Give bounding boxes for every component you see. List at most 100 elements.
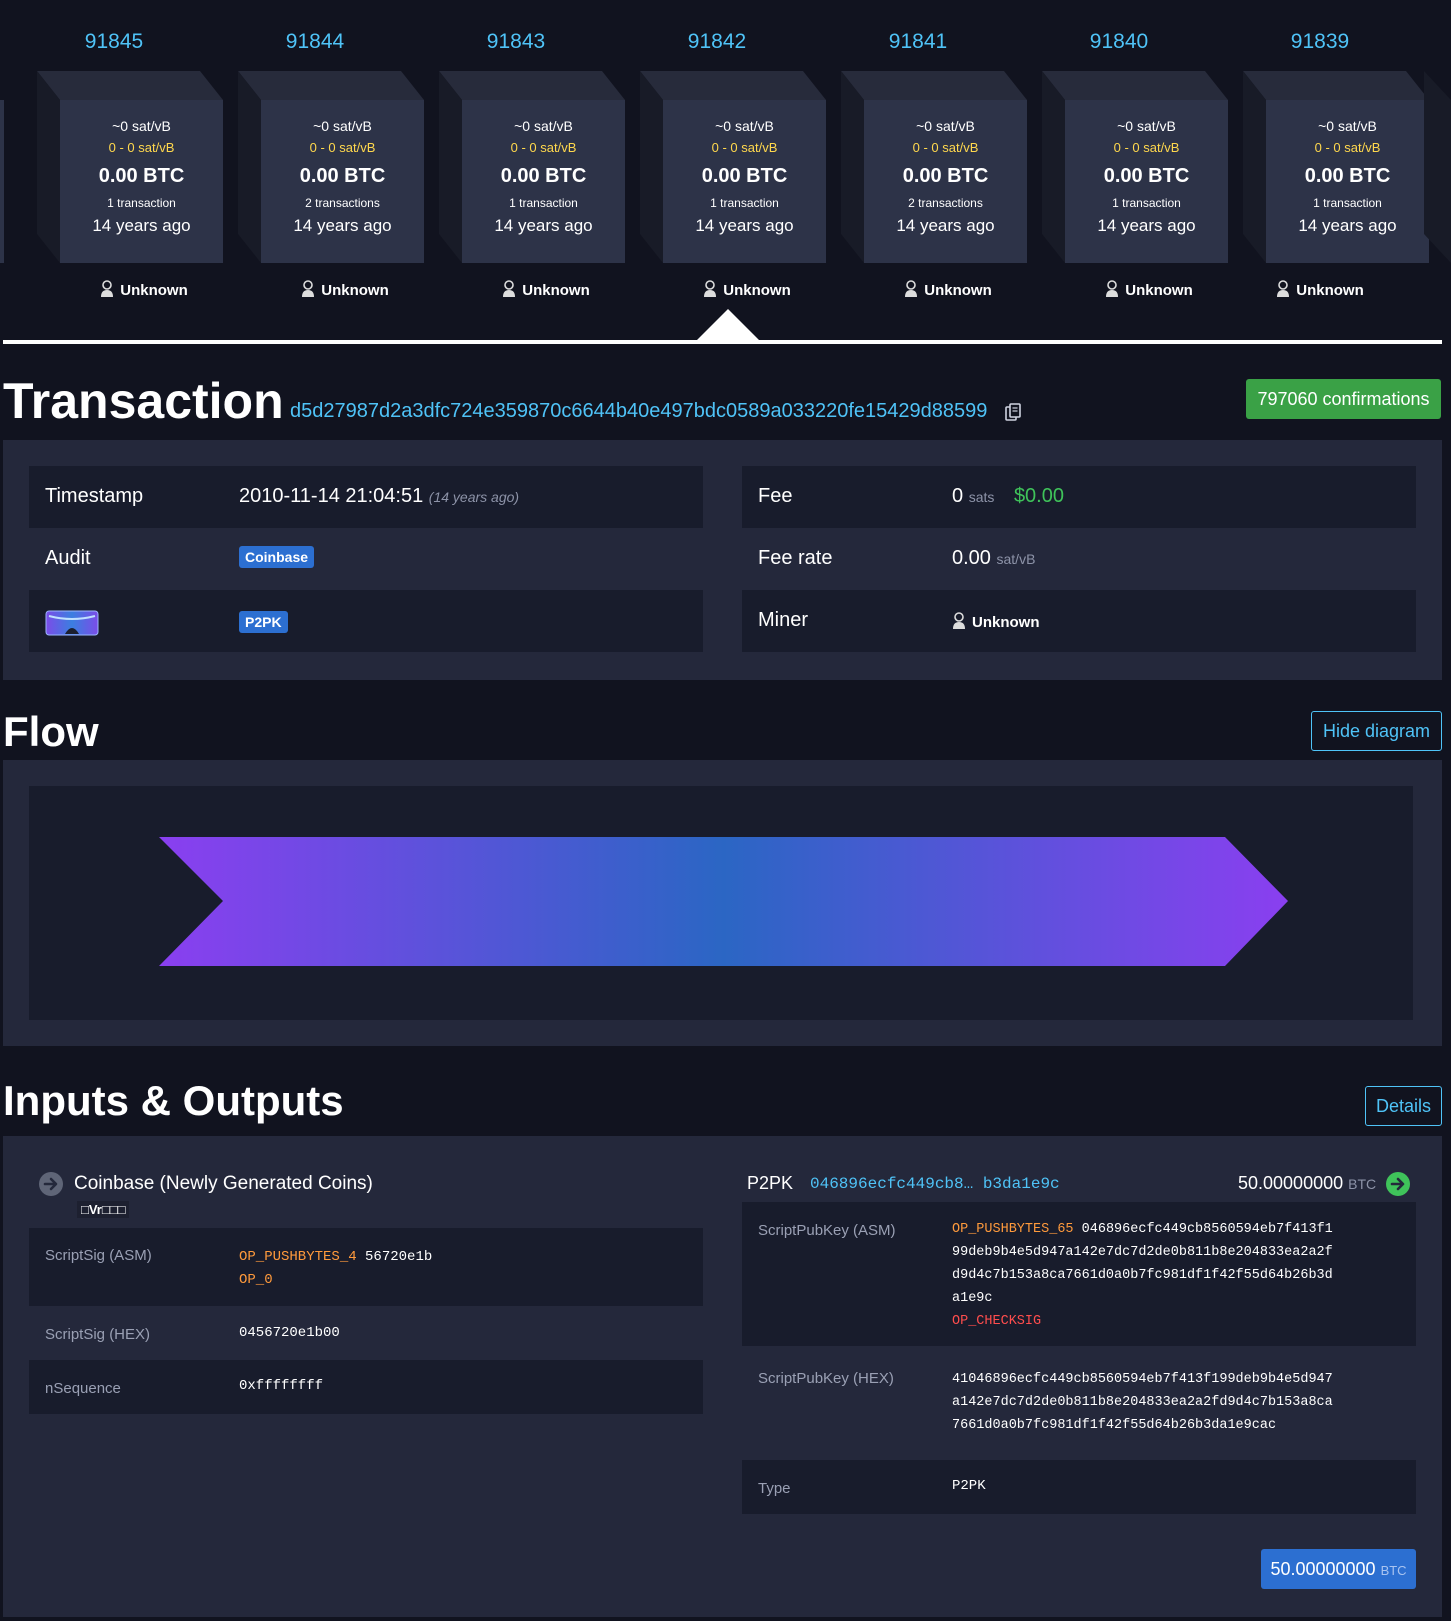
block-cube[interactable]: ~0 sat/vB 0 - 0 sat/vB 0.00 BTC 1 transa… [1243,71,1429,263]
copy-icon[interactable] [1005,403,1021,421]
fee-rate-value: 0.00 sat/vB [952,547,1036,569]
block-tx-count: 2 transactions [305,196,380,210]
block-height[interactable]: 91839 [1225,30,1415,54]
scriptpubkey-asm-row: ScriptPubKey (ASM) OP_PUSHBYTES_65 04689… [742,1202,1416,1346]
block-91844[interactable]: 91844 ~0 sat/vB 0 - 0 sat/vB 0.00 BTC 2 … [220,18,424,308]
hide-diagram-button[interactable]: Hide diagram [1311,711,1442,751]
satoshi-era-icon [45,610,99,636]
block-tx-count: 1 transaction [107,196,176,210]
output-type-label: Type [758,1480,791,1497]
fee-rate-row: Fee rate 0.00 sat/vB [742,528,1416,590]
miner-icon [1277,280,1290,297]
io-panel: Coinbase (Newly Generated Coins) □Vr□□□ … [3,1136,1442,1617]
block-total: 0.00 BTC [902,165,989,187]
timestamp-relative: (14 years ago) [428,489,520,505]
miner-icon [905,280,918,297]
block-age: 14 years ago [1097,216,1196,235]
block-tx-count: 1 transaction [509,196,578,210]
output-arrow-icon[interactable] [1386,1172,1410,1196]
miner-icon [704,280,717,297]
fee-usd: $0.00 [1013,485,1064,507]
nsequence-row: nSequence 0xffffffff [29,1360,703,1414]
block-age: 14 years ago [92,216,191,235]
scriptsig-hex-value: 0456720e1b00 [239,1325,340,1341]
block-91840[interactable]: 91840 ~0 sat/vB 0 - 0 sat/vB 0.00 BTC 1 … [1024,18,1228,308]
confirmations-badge: 797060 confirmations [1246,379,1441,419]
block-partial-left [0,100,4,263]
tx-details-panel: Timestamp 2010-11-14 21:04:51 (14 years … [3,440,1442,680]
block-fee-range: 0 - 0 sat/vB [1314,140,1381,155]
block-height[interactable]: 91844 [220,30,410,54]
miner-icon [503,280,516,297]
block-tx-count: 1 transaction [1112,196,1181,210]
scriptsig-asm-row: ScriptSig (ASM) OP_PUSHBYTES_4 56720e1b … [29,1228,703,1306]
block-fee-range: 0 - 0 sat/vB [309,140,376,155]
block-91839[interactable]: 91839 ~0 sat/vB 0 - 0 sat/vB 0.00 BTC 1 … [1225,18,1429,308]
flow-ribbon[interactable] [29,786,1413,1020]
block-height[interactable]: 91841 [823,30,1013,54]
block-age: 14 years ago [293,216,392,235]
output-type-value: P2PK [952,1478,986,1494]
input-arrow-icon[interactable] [39,1172,63,1196]
timestamp-value: 2010-11-14 21:04:51 (14 years ago) [239,485,520,507]
block-age: 14 years ago [896,216,995,235]
block-median-fee: ~0 sat/vB [916,118,975,134]
scriptsig-asm-label: ScriptSig (ASM) [45,1247,152,1264]
block-median-fee: ~0 sat/vB [1117,118,1176,134]
miner-icon [1106,280,1119,297]
miner-value[interactable]: Unknown [952,612,1040,631]
block-cube[interactable]: ~0 sat/vB 0 - 0 sat/vB 0.00 BTC 1 transa… [640,71,826,263]
features-row: P2PK [29,590,703,652]
output-address-link[interactable]: 046896ecfc449cb8… b3da1e9c [810,1175,1060,1193]
miner-row: Miner Unknown [742,590,1416,652]
block-cube[interactable]: ~0 sat/vB 0 - 0 sat/vB 0.00 BTC 2 transa… [841,71,1027,263]
block-cube[interactable]: ~0 sat/vB 0 - 0 sat/vB 0.00 BTC 2 transa… [238,71,424,263]
scriptpubkey-hex-row: ScriptPubKey (HEX) 41046896ecfc449cb8560… [742,1346,1416,1460]
block-median-fee: ~0 sat/vB [514,118,573,134]
block-91841[interactable]: 91841 ~0 sat/vB 0 - 0 sat/vB 0.00 BTC 2 … [823,18,1027,308]
block-height[interactable]: 91843 [421,30,611,54]
block-total: 0.00 BTC [701,165,788,187]
block-91843[interactable]: 91843 ~0 sat/vB 0 - 0 sat/vB 0.00 BTC 1 … [421,18,625,308]
nsequence-label: nSequence [45,1380,121,1397]
scriptpubkey-asm-value: OP_PUSHBYTES_65 046896ecfc449cb8560594eb… [952,1222,1333,1329]
flow-panel [3,760,1442,1046]
block-age: 14 years ago [494,216,593,235]
block-cube[interactable]: ~0 sat/vB 0 - 0 sat/vB 0.00 BTC 1 transa… [1042,71,1228,263]
block-fee-range: 0 - 0 sat/vB [912,140,979,155]
block-total: 0.00 BTC [1304,165,1391,187]
block-height[interactable]: 91840 [1024,30,1214,54]
block-age: 14 years ago [695,216,794,235]
audit-value: Coinbase [239,545,315,568]
block-cube[interactable]: ~0 sat/vB 0 - 0 sat/vB 0.00 BTC 1 transa… [37,71,223,263]
input-title: Coinbase (Newly Generated Coins) [74,1173,373,1194]
block-91842[interactable]: 91842 ~0 sat/vB 0 - 0 sat/vB 0.00 BTC 1 … [622,18,826,308]
block-91845[interactable]: 91845 ~0 sat/vB 0 - 0 sat/vB 0.00 BTC 1 … [19,18,223,308]
block-height[interactable]: 91842 [622,30,812,54]
coinbase-text: □Vr□□□ [77,1201,130,1218]
block-cube[interactable]: ~0 sat/vB 0 - 0 sat/vB 0.00 BTC 1 transa… [439,71,625,263]
details-button[interactable]: Details [1365,1086,1442,1126]
block-fee-range: 0 - 0 sat/vB [510,140,577,155]
scriptpubkey-hex-value: 41046896ecfc449cb8560594eb7f413f199deb9b… [952,1372,1333,1433]
miner-icon [302,280,315,297]
scriptsig-hex-label: ScriptSig (HEX) [45,1326,151,1343]
block-median-fee: ~0 sat/vB [1318,118,1377,134]
type-value: P2PK [239,610,288,633]
fee-rate-label: Fee rate [758,547,833,569]
txid-link[interactable]: d5d27987d2a3dfc724e359870c6644b40e497bdc… [290,400,987,423]
scriptpubkey-asm-label: ScriptPubKey (ASM) [758,1222,896,1239]
block-fee-range: 0 - 0 sat/vB [108,140,175,155]
scriptsig-asm-value: OP_PUSHBYTES_4 56720e1b OP_0 [239,1249,433,1288]
block-age: 14 years ago [1298,216,1397,235]
scriptpubkey-hex-label: ScriptPubKey (HEX) [758,1370,894,1387]
fee-row: Fee 0 sats $0.00 [742,466,1416,528]
coinbase-tag: Coinbase [239,546,315,568]
block-height[interactable]: 91845 [19,30,209,54]
io-title: Inputs & Outputs [3,1077,344,1124]
block-total: 0.00 BTC [98,165,185,187]
flow-diagram [29,786,1413,1020]
block-fee-range: 0 - 0 sat/vB [1113,140,1180,155]
block-total: 0.00 BTC [500,165,587,187]
page-title: Transaction [3,373,284,429]
